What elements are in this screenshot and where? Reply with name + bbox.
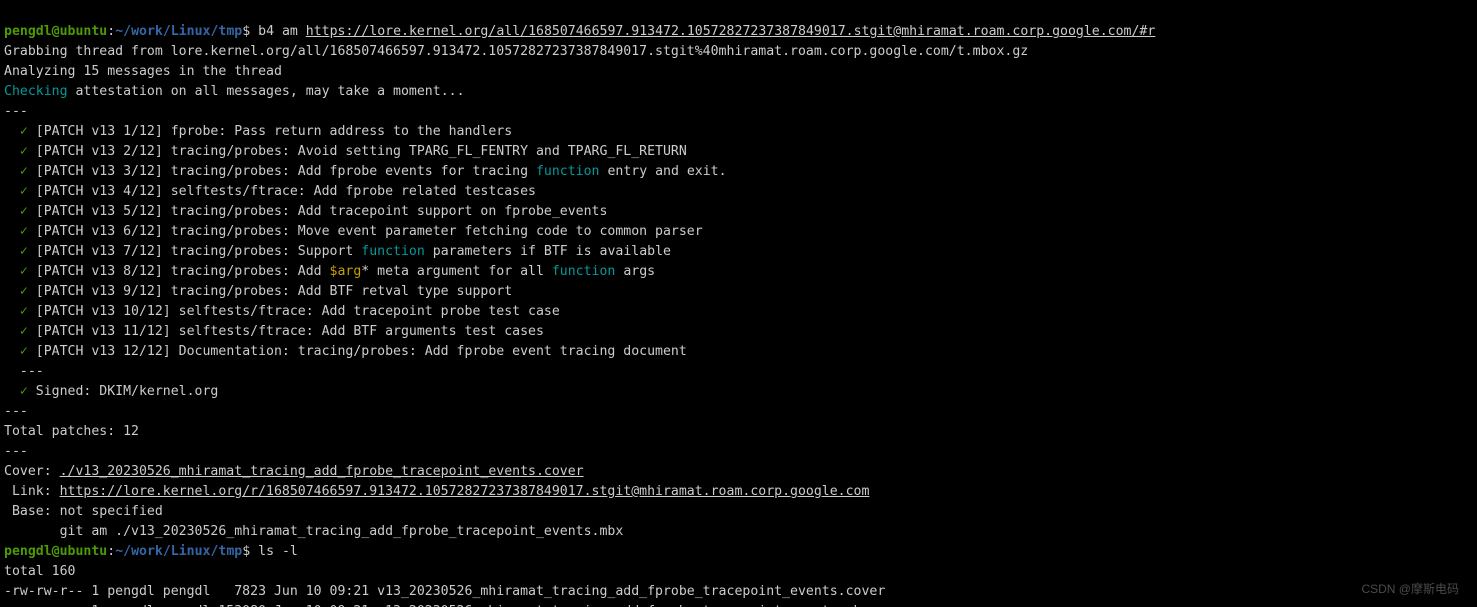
command-1-url[interactable]: https://lore.kernel.org/all/168507466597… (306, 24, 1156, 39)
patch-line: [PATCH v13 4/12] selftests/ftrace: Add f… (36, 184, 536, 199)
output-analyze: Analyzing 15 messages in the thread (4, 64, 282, 79)
output-checking-rest: attestation on all messages, may take a … (68, 84, 465, 99)
patch-line: [PATCH v13 6/12] tracing/probes: Move ev… (36, 224, 703, 239)
check-icon: ✓ (4, 264, 36, 279)
check-icon: ✓ (4, 204, 36, 219)
keyword-function: function (536, 164, 600, 179)
patch-line-tail: args (615, 264, 655, 279)
cover-file[interactable]: ./v13_20230526_mhiramat_tracing_add_fpro… (60, 464, 584, 479)
check-icon: ✓ (4, 144, 36, 159)
patch-line: [PATCH v13 3/12] tracing/probes: Add fpr… (36, 164, 536, 179)
prompt-path: ~/work/Linux/tmp (115, 544, 242, 559)
output-divider: --- (4, 364, 44, 379)
check-icon: ✓ (4, 184, 36, 199)
command-2: ls -l (250, 544, 298, 559)
prompt-dollar: $ (242, 544, 250, 559)
signed-line: Signed: DKIM/kernel.org (36, 384, 219, 399)
check-icon: ✓ (4, 164, 36, 179)
base-line: Base: not specified (4, 504, 163, 519)
ls-total: total 160 (4, 564, 75, 579)
check-icon: ✓ (4, 304, 36, 319)
check-icon: ✓ (4, 344, 36, 359)
patch-line: [PATCH v13 11/12] selftests/ftrace: Add … (36, 324, 544, 339)
prompt-user: pengdl (4, 544, 52, 559)
total-patches: Total patches: 12 (4, 424, 139, 439)
patch-line: [PATCH v13 8/12] tracing/probes: Add (36, 264, 330, 279)
output-divider: --- (4, 104, 28, 119)
keyword-function: function (361, 244, 425, 259)
patch-line: [PATCH v13 2/12] tracing/probes: Avoid s… (36, 144, 687, 159)
keyword-arg: $arg (330, 264, 362, 279)
check-icon: ✓ (4, 324, 36, 339)
command-1: b4 am (250, 24, 306, 39)
gitam-line: git am ./v13_20230526_mhiramat_tracing_a… (4, 524, 623, 539)
check-icon: ✓ (4, 244, 36, 259)
output-divider: --- (4, 404, 28, 419)
check-icon: ✓ (4, 224, 36, 239)
check-icon: ✓ (4, 284, 36, 299)
cover-label: Cover: (4, 464, 60, 479)
output-checking-label: Checking (4, 84, 68, 99)
prompt-dollar: $ (242, 24, 250, 39)
link-label: Link: (4, 484, 60, 499)
patch-line-mid: * meta argument for all (361, 264, 552, 279)
prompt-host: ubuntu (60, 24, 108, 39)
prompt-host: ubuntu (60, 544, 108, 559)
prompt-1: pengdl@ubuntu:~/work/Linux/tmp$ (4, 24, 250, 39)
output-grab: Grabbing thread from lore.kernel.org/all… (4, 44, 1028, 59)
link-url[interactable]: https://lore.kernel.org/r/168507466597.9… (60, 484, 870, 499)
prompt-colon: : (107, 24, 115, 39)
patch-line: [PATCH v13 1/12] fprobe: Pass return add… (36, 124, 512, 139)
patch-line: [PATCH v13 9/12] tracing/probes: Add BTF… (36, 284, 512, 299)
patch-line: [PATCH v13 5/12] tracing/probes: Add tra… (36, 204, 608, 219)
check-icon: ✓ (4, 124, 36, 139)
prompt-at: @ (52, 544, 60, 559)
prompt-user: pengdl (4, 24, 52, 39)
patch-line: [PATCH v13 10/12] selftests/ftrace: Add … (36, 304, 560, 319)
patch-line: [PATCH v13 12/12] Documentation: tracing… (36, 344, 687, 359)
watermark: CSDN @摩斯电码 (1361, 579, 1459, 599)
patch-line-tail: parameters if BTF is available (425, 244, 671, 259)
terminal-output: pengdl@ubuntu:~/work/Linux/tmp$ b4 am ht… (0, 0, 1477, 607)
patch-line-tail: entry and exit. (600, 164, 727, 179)
prompt-path: ~/work/Linux/tmp (115, 24, 242, 39)
prompt-2: pengdl@ubuntu:~/work/Linux/tmp$ (4, 544, 250, 559)
ls-row: -rw-rw-r-- 1 pengdl pengdl 7823 Jun 10 0… (4, 584, 885, 599)
output-divider: --- (4, 444, 28, 459)
prompt-colon: : (107, 544, 115, 559)
keyword-function: function (552, 264, 616, 279)
check-icon: ✓ (4, 384, 36, 399)
prompt-at: @ (52, 24, 60, 39)
patch-line: [PATCH v13 7/12] tracing/probes: Support (36, 244, 362, 259)
